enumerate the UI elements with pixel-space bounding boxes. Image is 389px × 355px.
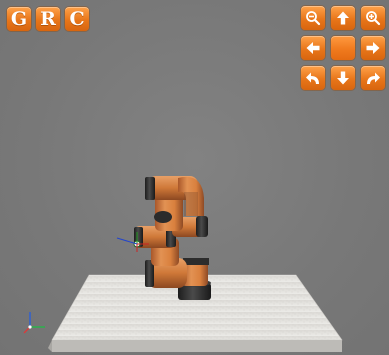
rotate-left-button[interactable] <box>301 66 325 90</box>
rotate-right-button[interactable] <box>361 66 385 90</box>
brand-button-g-label: G <box>10 7 28 30</box>
arrow-left-icon <box>306 42 320 54</box>
3d-viewport[interactable]: G R C <box>0 0 389 355</box>
arrow-down-icon <box>337 71 349 85</box>
zoom-out-icon <box>306 11 321 26</box>
rotate-right-icon <box>367 72 380 84</box>
arrow-right-icon <box>366 42 380 54</box>
zoom-out-button[interactable] <box>301 6 325 30</box>
zoom-in-button[interactable] <box>361 6 385 30</box>
center-view-button[interactable] <box>331 36 355 60</box>
move-down-button[interactable] <box>331 66 355 90</box>
brand-button-r-label: R <box>40 7 56 30</box>
axes-gizmo <box>23 312 45 334</box>
brand-button-r[interactable]: R <box>36 7 60 31</box>
arrow-up-icon <box>337 11 349 25</box>
brand-button-g[interactable]: G <box>7 7 31 31</box>
brand-button-c-label: C <box>69 7 85 30</box>
move-up-button[interactable] <box>331 6 355 30</box>
move-left-button[interactable] <box>301 36 325 60</box>
move-right-button[interactable] <box>361 36 385 60</box>
zoom-in-icon <box>366 11 381 26</box>
rotate-left-icon <box>306 72 319 84</box>
brand-button-c[interactable]: C <box>65 7 89 31</box>
